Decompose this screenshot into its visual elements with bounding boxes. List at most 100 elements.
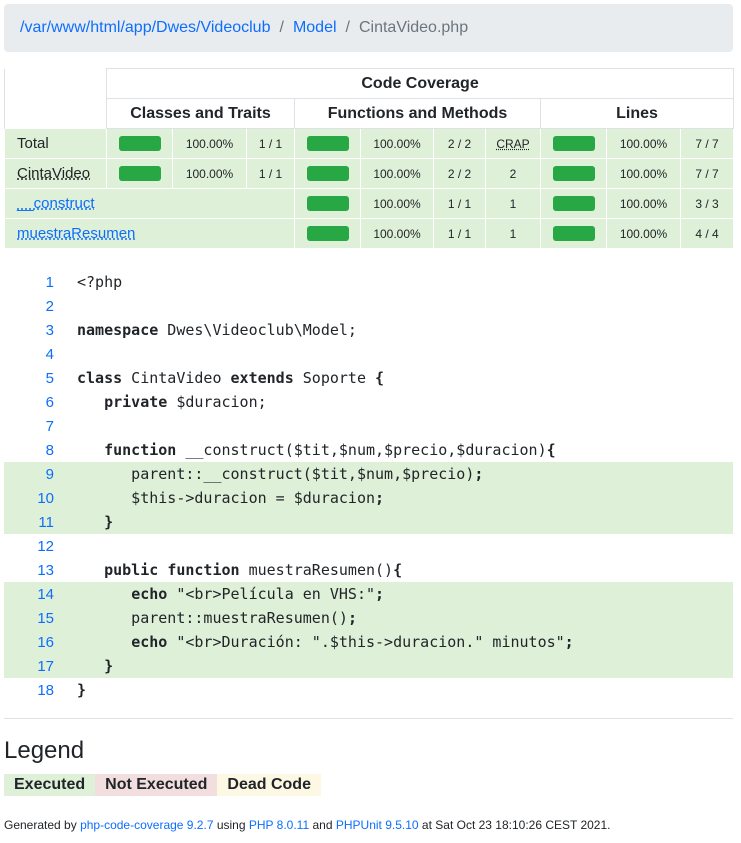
coverage-bar [306,196,349,211]
line-number-link[interactable]: 1 [4,274,54,291]
header-empty-cell [4,68,107,99]
code-line: 5 class CintaVideo extends Soporte { [4,366,733,390]
line-number-link[interactable]: 4 [4,346,54,363]
code-line: 6 private $duracion; [4,390,733,414]
functions-percent: 100.00% [360,158,434,189]
line-number-link[interactable]: 3 [4,322,54,339]
line-number-link[interactable]: 15 [4,610,54,627]
functions-count: 2 / 2 [433,128,486,159]
header-empty-cell [4,98,107,129]
crap-value: 1 [485,188,541,219]
footer: Generated by php-code-coverage 9.2.7 usi… [4,818,611,832]
footer-tool-link[interactable]: php-code-coverage 9.2.7 [80,818,213,832]
line-number-link[interactable]: 11 [4,514,54,531]
line-number-link[interactable]: 17 [4,658,54,675]
line-number-link[interactable]: 13 [4,562,54,579]
line-number-link[interactable]: 6 [4,394,54,411]
coverage-row-method: __construct 100.00% 1 / 1 1 100.00% 3 / … [4,188,735,219]
lines-percent: 100.00% [606,128,681,159]
coverage-bar-cell [294,128,361,159]
code-line: 14 echo "<br>Película en VHS:"; [4,582,733,606]
divider [4,718,733,719]
coverage-bar-cell [294,218,361,249]
classes-traits-header: Classes and Traits [106,98,295,129]
breadcrumb: /var/www/html/app/Dwes/Videoclub / Model… [4,4,733,52]
coverage-bar [306,136,349,151]
functions-count: 1 / 1 [433,188,486,219]
coverage-row-total: Total 100.00% 1 / 1 100.00% 2 / 2 CRAP 1… [4,128,735,159]
code-text: <?php [77,273,123,291]
footer-phpunit-link[interactable]: PHPUnit 9.5.10 [336,818,419,832]
functions-percent: 100.00% [360,188,434,219]
classes-percent: 100.00% [172,158,247,189]
class-name: CintaVideo [17,165,91,182]
classes-count: 1 / 1 [246,158,295,189]
code-line: 3 namespace Dwes\Videoclub\Model; [4,318,733,342]
crap-value: 2 [485,158,541,189]
coverage-bar-cell [540,218,607,249]
code-line: 18} [4,678,733,702]
legend-not-executed: Not Executed [95,774,218,796]
coverage-bar [552,196,595,211]
line-number-link[interactable]: 18 [4,682,54,699]
coverage-bar-cell [294,158,361,189]
breadcrumb-path-link[interactable]: /var/www/html/app/Dwes/Videoclub [20,19,270,37]
line-number-link[interactable]: 7 [4,418,54,435]
coverage-bar [552,226,595,241]
coverage-bar-cell [294,188,361,219]
coverage-bar [118,136,161,151]
code-text: namespace Dwes\Videoclub\Model; [77,321,357,339]
lines-header: Lines [539,98,735,129]
lines-percent: 100.00% [606,218,681,249]
footer-php-link[interactable]: PHP 8.0.11 [249,818,309,832]
crap-header: CRAP [485,128,541,159]
code-line: 8 function __construct($tit,$num,$precio… [4,438,733,462]
code-line: 17 } [4,654,733,678]
lines-percent: 100.00% [606,188,681,219]
functions-count: 2 / 2 [433,158,486,189]
coverage-row-method: muestraResumen 100.00% 1 / 1 1 100.00% 4… [4,218,735,249]
classes-percent: 100.00% [172,128,247,159]
row-name: CintaVideo [4,158,107,189]
lines-count: 7 / 7 [679,158,735,189]
line-number-link[interactable]: 8 [4,442,54,459]
line-number-link[interactable]: 5 [4,370,54,387]
method-link-muestraresumen[interactable]: muestraResumen [17,225,135,242]
code-line: 10 $this->duracion = $duracion; [4,486,733,510]
code-text: } [104,657,114,675]
code-text: private $duracion; [104,393,267,411]
code-text: parent::__construct($tit,$num,$precio); [77,465,484,483]
line-number-link[interactable]: 2 [4,298,54,315]
legend-dead-code: Dead Code [217,774,321,796]
row-name: __construct [4,188,295,219]
coverage-bar [118,166,161,181]
coverage-bar [306,226,349,241]
coverage-bar-cell [540,158,607,189]
line-number-link[interactable]: 16 [4,634,54,651]
coverage-bar [552,136,595,151]
line-number-link[interactable]: 9 [4,466,54,483]
code-line: 12 [4,534,733,558]
code-line: 16 echo "<br>Duración: ".$this->duracion… [4,630,733,654]
lines-percent: 100.00% [606,158,681,189]
functions-percent: 100.00% [360,218,434,249]
method-link-construct[interactable]: __construct [17,195,95,212]
line-number-link[interactable]: 10 [4,490,54,507]
coverage-row-class: CintaVideo 100.00% 1 / 1 100.00% 2 / 2 2… [4,158,735,189]
legend: Executed Not Executed Dead Code [4,774,321,796]
coverage-bar [552,166,595,181]
code-line: 9 parent::__construct($tit,$num,$precio)… [4,462,733,486]
crap-value: 1 [485,218,541,249]
breadcrumb-model-link[interactable]: Model [293,19,337,37]
footer-suffix: at Sat Oct 23 18:10:26 CEST 2021. [421,818,611,832]
code-text: function __construct($tit,$num,$precio,$… [104,441,556,459]
line-number-link[interactable]: 14 [4,586,54,603]
code-text: echo "<br>Duración: ".$this->duracion." … [131,633,574,651]
coverage-table: Code Coverage Classes and Traits Functio… [4,68,735,249]
code-line: 4 [4,342,733,366]
lines-count: 3 / 3 [679,188,735,219]
line-number-link[interactable]: 12 [4,538,54,555]
crap-abbr: CRAP [496,136,530,151]
code-line: 2 [4,294,733,318]
functions-percent: 100.00% [360,128,434,159]
